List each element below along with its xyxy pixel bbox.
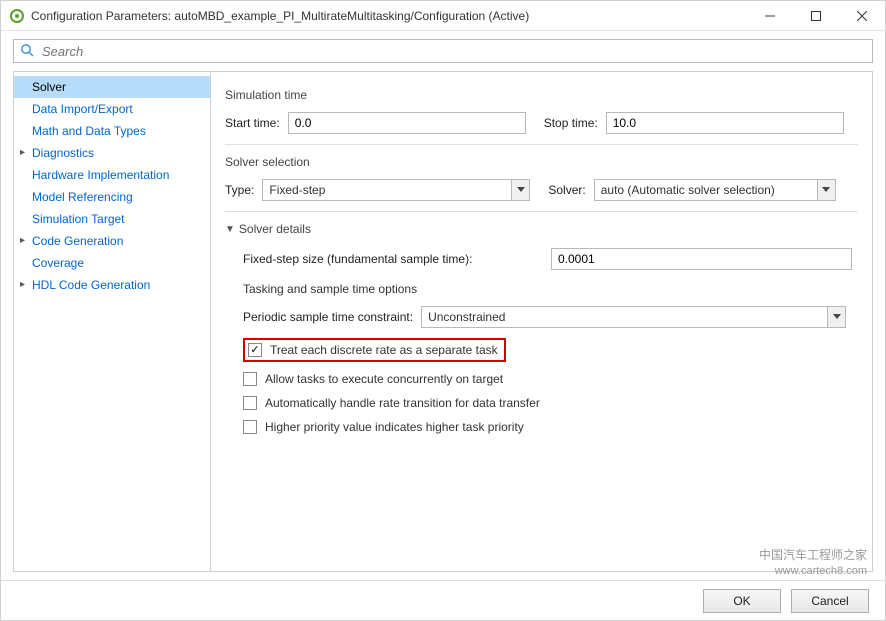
nav-item-coverage[interactable]: Coverage	[14, 252, 210, 274]
close-button[interactable]	[839, 1, 885, 31]
chevron-down-icon	[817, 180, 835, 200]
auto-rate-transition-label: Automatically handle rate transition for…	[265, 396, 540, 410]
app-icon	[9, 8, 25, 24]
main-panel: Simulation time Start time: Stop time: S…	[211, 71, 873, 572]
type-label: Type:	[225, 183, 254, 197]
tasking-title: Tasking and sample time options	[243, 282, 852, 296]
constraint-label: Periodic sample time constraint:	[243, 310, 413, 324]
treat-discrete-rate-checkbox[interactable]	[248, 343, 262, 357]
nav-label: Data Import/Export	[32, 100, 133, 118]
fixed-step-label: Fixed-step size (fundamental sample time…	[243, 252, 543, 266]
higher-priority-checkbox[interactable]	[243, 420, 257, 434]
solver-selection-row: Type: Fixed-step Solver: auto (Automatic…	[225, 179, 858, 201]
constraint-value: Unconstrained	[422, 310, 827, 324]
nav-item-math-data-types[interactable]: Math and Data Types	[14, 120, 210, 142]
simulation-time-title: Simulation time	[225, 88, 858, 102]
chevron-down-icon	[511, 180, 529, 200]
solver-details-title: Solver details	[239, 222, 311, 236]
solver-label: Solver:	[548, 183, 585, 197]
constraint-dropdown[interactable]: Unconstrained	[421, 306, 846, 328]
disclosure-triangle-icon: ▼	[225, 224, 235, 235]
nav-label: Hardware Implementation	[32, 166, 169, 184]
search-row	[1, 31, 885, 71]
config-params-window: Configuration Parameters: autoMBD_exampl…	[0, 0, 886, 621]
body: Solver Data Import/Export Math and Data …	[1, 71, 885, 580]
nav-tree: Solver Data Import/Export Math and Data …	[13, 71, 211, 572]
nav-item-code-generation[interactable]: Code Generation	[14, 230, 210, 252]
allow-concurrent-label: Allow tasks to execute concurrently on t…	[265, 372, 503, 386]
nav-item-model-referencing[interactable]: Model Referencing	[14, 186, 210, 208]
type-value: Fixed-step	[263, 183, 511, 197]
search-icon	[20, 43, 34, 60]
maximize-button[interactable]	[793, 1, 839, 31]
simulation-time-row: Start time: Stop time:	[225, 112, 858, 134]
higher-priority-row: Higher priority value indicates higher t…	[243, 420, 852, 434]
type-dropdown[interactable]: Fixed-step	[262, 179, 530, 201]
highlight-box: Treat each discrete rate as a separate t…	[243, 338, 506, 362]
treat-discrete-rate-label: Treat each discrete rate as a separate t…	[270, 343, 498, 357]
search-input[interactable]	[40, 43, 866, 60]
treat-discrete-rate-row: Treat each discrete rate as a separate t…	[243, 338, 852, 362]
nav-label: Model Referencing	[32, 188, 133, 206]
nav-label: HDL Code Generation	[32, 276, 150, 294]
higher-priority-label: Higher priority value indicates higher t…	[265, 420, 524, 434]
stop-time-label: Stop time:	[544, 116, 598, 130]
solver-selection-title: Solver selection	[225, 155, 858, 169]
nav-label: Coverage	[32, 254, 84, 272]
nav-item-hardware-implementation[interactable]: Hardware Implementation	[14, 164, 210, 186]
window-title: Configuration Parameters: autoMBD_exampl…	[31, 9, 747, 23]
minimize-button[interactable]	[747, 1, 793, 31]
auto-rate-transition-checkbox[interactable]	[243, 396, 257, 410]
solver-details-disclosure[interactable]: ▼ Solver details	[225, 222, 858, 236]
stop-time-field[interactable]	[606, 112, 844, 134]
nav-item-data-import-export[interactable]: Data Import/Export	[14, 98, 210, 120]
allow-concurrent-row: Allow tasks to execute concurrently on t…	[243, 372, 852, 386]
ok-button[interactable]: OK	[703, 589, 781, 613]
cancel-button[interactable]: Cancel	[791, 589, 869, 613]
solver-dropdown[interactable]: auto (Automatic solver selection)	[594, 179, 836, 201]
nav-label: Diagnostics	[32, 144, 94, 162]
nav-item-solver[interactable]: Solver	[14, 76, 210, 98]
start-time-label: Start time:	[225, 116, 280, 130]
separator	[225, 211, 858, 212]
nav-item-hdl-code-generation[interactable]: HDL Code Generation	[14, 274, 210, 296]
allow-concurrent-checkbox[interactable]	[243, 372, 257, 386]
nav-label: Code Generation	[32, 232, 123, 250]
start-time-field[interactable]	[288, 112, 526, 134]
nav-label: Simulation Target	[32, 210, 125, 228]
window-controls	[747, 1, 885, 31]
auto-rate-transition-row: Automatically handle rate transition for…	[243, 396, 852, 410]
footer: OK Cancel	[1, 580, 885, 620]
titlebar: Configuration Parameters: autoMBD_exampl…	[1, 1, 885, 31]
nav-label: Math and Data Types	[32, 122, 146, 140]
fixed-step-field[interactable]	[551, 248, 852, 270]
constraint-row: Periodic sample time constraint: Unconst…	[243, 306, 846, 328]
search-box[interactable]	[13, 39, 873, 63]
separator	[225, 144, 858, 145]
chevron-down-icon	[827, 307, 845, 327]
nav-item-diagnostics[interactable]: Diagnostics	[14, 142, 210, 164]
nav-item-simulation-target[interactable]: Simulation Target	[14, 208, 210, 230]
nav-label: Solver	[32, 78, 66, 96]
solver-value: auto (Automatic solver selection)	[595, 183, 817, 197]
solver-details-body: Fixed-step size (fundamental sample time…	[243, 248, 852, 434]
fixed-step-row: Fixed-step size (fundamental sample time…	[243, 248, 852, 270]
